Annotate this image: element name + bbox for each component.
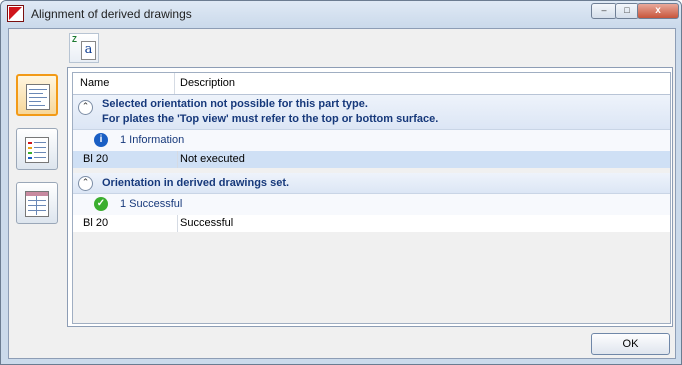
group-header[interactable]: ⌃ Orientation in derived drawings set. bbox=[73, 173, 670, 194]
collapse-chevron-icon[interactable]: ⌃ bbox=[78, 100, 93, 115]
group-status-text: 1 Information bbox=[120, 134, 185, 146]
side-tab-table-view[interactable] bbox=[16, 182, 58, 224]
row-description: Not executed bbox=[180, 153, 245, 165]
maximize-button[interactable]: □ bbox=[615, 3, 639, 19]
minimize-button[interactable]: – bbox=[591, 3, 617, 19]
column-header-description[interactable]: Description bbox=[180, 77, 235, 89]
export-excel-button[interactable]: Z a bbox=[69, 33, 99, 63]
group-header[interactable]: ⌃ Selected orientation not possible for … bbox=[73, 95, 670, 130]
table-row[interactable]: Bl 20 Not executed bbox=[73, 151, 670, 168]
status-list-icon bbox=[25, 137, 49, 163]
collapse-chevron-icon[interactable]: ⌃ bbox=[78, 176, 93, 191]
side-tab-status-view[interactable] bbox=[16, 128, 58, 170]
app-logo-icon bbox=[7, 5, 24, 22]
group-status-row[interactable]: ✓ 1 Successful bbox=[73, 194, 670, 215]
group-status-text: 1 Successful bbox=[120, 198, 183, 210]
group-title-line: Orientation in derived drawings set. bbox=[102, 177, 290, 189]
table-icon bbox=[25, 191, 49, 217]
row-name: Bl 20 bbox=[83, 217, 109, 229]
excel-icon: Z bbox=[72, 35, 77, 44]
document-icon: a bbox=[81, 41, 96, 60]
column-header-row: Name Description bbox=[73, 73, 670, 95]
info-icon: i bbox=[94, 133, 108, 147]
group-title-line: For plates the 'Top view' must refer to … bbox=[102, 113, 439, 125]
dialog-content: Z a Name Description ⌃ Selected orientat… bbox=[8, 28, 676, 359]
check-icon: ✓ bbox=[94, 197, 108, 211]
result-panel: Name Description ⌃ Selected orientation … bbox=[67, 67, 673, 327]
detail-list-icon bbox=[26, 84, 50, 110]
table-row[interactable]: Bl 20 Successful bbox=[73, 215, 670, 232]
window-title: Alignment of derived drawings bbox=[31, 7, 192, 21]
group-title-line: Selected orientation not possible for th… bbox=[102, 98, 368, 110]
side-tab-detail-view[interactable] bbox=[16, 74, 58, 116]
result-list[interactable]: Name Description ⌃ Selected orientation … bbox=[72, 72, 671, 324]
row-description: Successful bbox=[180, 217, 234, 229]
column-header-name[interactable]: Name bbox=[80, 77, 109, 89]
row-name: Bl 20 bbox=[83, 153, 109, 165]
dialog-window: Alignment of derived drawings – □ x Z a bbox=[0, 0, 682, 365]
title-bar[interactable]: Alignment of derived drawings – □ x bbox=[1, 1, 681, 27]
close-button[interactable]: x bbox=[637, 3, 679, 19]
group-status-row[interactable]: i 1 Information bbox=[73, 130, 670, 151]
ok-button[interactable]: OK bbox=[591, 333, 670, 355]
